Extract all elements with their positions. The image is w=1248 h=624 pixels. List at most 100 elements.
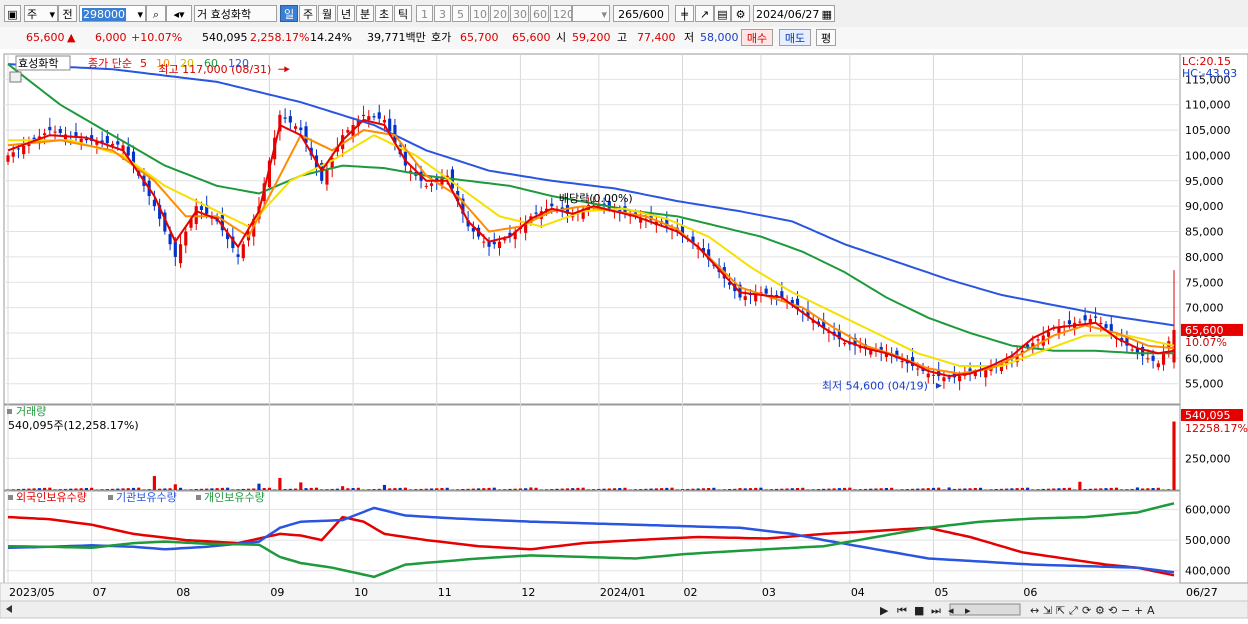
interval-button-1[interactable]: 1 xyxy=(416,5,433,22)
volume-last-pct: 12258.17% xyxy=(1185,422,1248,435)
fit-icon[interactable]: ⤢ xyxy=(1069,604,1078,617)
legend-period-5: 5 xyxy=(140,57,147,70)
legend-config-icon[interactable] xyxy=(9,71,22,83)
volume-bar xyxy=(69,488,73,490)
interval-button-10[interactable]: 10 xyxy=(470,5,489,22)
candle-body xyxy=(492,241,496,245)
period-button-5[interactable]: 초 xyxy=(375,5,393,22)
interval-button-20[interactable]: 20 xyxy=(490,5,509,22)
period-button-3[interactable]: 년 xyxy=(337,5,355,22)
volume-bar xyxy=(1046,488,1051,490)
period-button-4[interactable]: 분 xyxy=(356,5,374,22)
calendar-icon[interactable]: ▦ xyxy=(822,6,832,23)
undo-icon[interactable]: ⟲ xyxy=(1108,604,1117,617)
pane-frame-0 xyxy=(3,53,1181,405)
candle-body xyxy=(22,145,26,155)
expand-icon[interactable]: ↔ xyxy=(1030,604,1039,617)
high-price: 77,400 xyxy=(637,31,676,44)
volume-bar xyxy=(309,487,313,490)
market-type-select[interactable]: 주 ▾ xyxy=(24,5,58,22)
volume-bar xyxy=(173,484,177,490)
search-icon[interactable]: ⌕ xyxy=(146,5,166,22)
volume-bar xyxy=(22,488,26,490)
volume-bar xyxy=(691,488,695,490)
interval-select[interactable]: ▾ xyxy=(572,5,610,22)
volume-bar xyxy=(492,487,496,490)
period-button-1[interactable]: 주 xyxy=(299,5,317,22)
save-icon[interactable]: ▤ xyxy=(714,5,731,22)
candle-body xyxy=(16,148,21,150)
interval-button-3[interactable]: 3 xyxy=(434,5,451,22)
stock-name: 효성화학 xyxy=(210,8,252,21)
prev-icon[interactable]: ◂ xyxy=(948,604,954,617)
period-button-6[interactable]: 틱 xyxy=(394,5,412,22)
refresh-icon[interactable]: ⟳ xyxy=(1082,604,1091,617)
interval-button-120[interactable]: 120 xyxy=(550,5,574,22)
sell-button[interactable]: 매도 xyxy=(779,29,811,46)
current-price: 65,600 xyxy=(26,31,65,44)
volume-bar xyxy=(900,489,904,490)
stock-name-field[interactable]: 거 효성화학 xyxy=(194,5,277,22)
date-field[interactable]: 2024/06/27 ▦ xyxy=(753,5,835,22)
stock-code-input[interactable]: 298000 ▾ xyxy=(79,5,146,22)
volume-bar xyxy=(539,489,543,490)
volume-bar xyxy=(581,487,585,490)
volume-bar xyxy=(701,488,705,490)
volume-bar xyxy=(105,489,109,490)
volume-bar xyxy=(1041,488,1045,490)
draw-tool-icon[interactable]: ↗ xyxy=(695,5,714,22)
volume-bar xyxy=(131,487,136,490)
interval-button-5[interactable]: 5 xyxy=(452,5,469,22)
volume-bar xyxy=(205,488,209,490)
scroll-thumb[interactable] xyxy=(949,603,1021,616)
play-icon[interactable]: ▶ xyxy=(880,604,889,617)
next-icon[interactable]: ▸ xyxy=(965,604,971,617)
volume-bar xyxy=(1088,488,1092,490)
interval-button-30[interactable]: 30 xyxy=(510,5,529,22)
volume-bar xyxy=(100,489,104,490)
auto-scale-icon[interactable]: A xyxy=(1147,604,1155,617)
volume-bar xyxy=(1109,487,1113,490)
gear-icon[interactable]: ⚙ xyxy=(731,5,750,22)
candle-body xyxy=(325,169,329,185)
indicator-icon[interactable]: ╪ xyxy=(675,5,694,22)
zoom-out-icon[interactable]: − xyxy=(1121,604,1130,617)
mode-button[interactable]: 전 xyxy=(58,5,77,22)
volume-pane-marker xyxy=(7,409,12,414)
volume-bar xyxy=(837,488,841,490)
stock-name-prefix: 거 xyxy=(197,8,208,21)
volume-bar xyxy=(550,489,554,490)
forward-icon[interactable]: ⏭ xyxy=(931,604,941,617)
volume-bar xyxy=(733,488,737,490)
interval-button-60[interactable]: 60 xyxy=(530,5,549,22)
avg-button[interactable]: 평 xyxy=(816,29,836,46)
chart-canvas[interactable]: 2023/05 07 08 09 10 11 12 2024/01 02 03 04 05 06 06/2… xyxy=(0,49,1248,621)
volume-bar xyxy=(95,489,99,490)
candle-body xyxy=(1130,349,1134,351)
volume-bar xyxy=(529,487,533,490)
settings-icon[interactable]: ⚙ xyxy=(1095,604,1105,617)
bar-count-field[interactable]: 265/600 xyxy=(613,5,669,22)
stop-icon[interactable]: ■ xyxy=(914,604,924,617)
volume-bar xyxy=(910,488,915,490)
volume-bar xyxy=(1141,488,1145,490)
stock-nav-icon[interactable]: ◂▾ xyxy=(166,5,192,22)
chart-menu-icon[interactable]: ▣ xyxy=(4,5,21,22)
volume-bar xyxy=(110,488,115,490)
candle-body xyxy=(126,146,130,156)
period-button-2[interactable]: 월 xyxy=(318,5,336,22)
volume-bar xyxy=(398,487,402,490)
buy-button[interactable]: 매수 xyxy=(741,29,773,46)
candle-body xyxy=(1093,316,1098,318)
legend-stock: 효성화학 xyxy=(18,57,58,70)
volume-bar xyxy=(257,483,261,490)
candle-body xyxy=(958,376,962,382)
zoom-in-area-icon[interactable]: ⇲ xyxy=(1043,604,1052,617)
zoom-out-area-icon[interactable]: ⇱ xyxy=(1056,604,1065,617)
volume-bar xyxy=(1083,489,1087,490)
volume-bar xyxy=(497,489,502,490)
period-button-0[interactable]: 일 xyxy=(280,5,298,22)
rewind-icon[interactable]: ⏮ xyxy=(897,604,907,617)
volume-bar xyxy=(90,487,94,490)
zoom-in-icon[interactable]: + xyxy=(1134,604,1143,617)
